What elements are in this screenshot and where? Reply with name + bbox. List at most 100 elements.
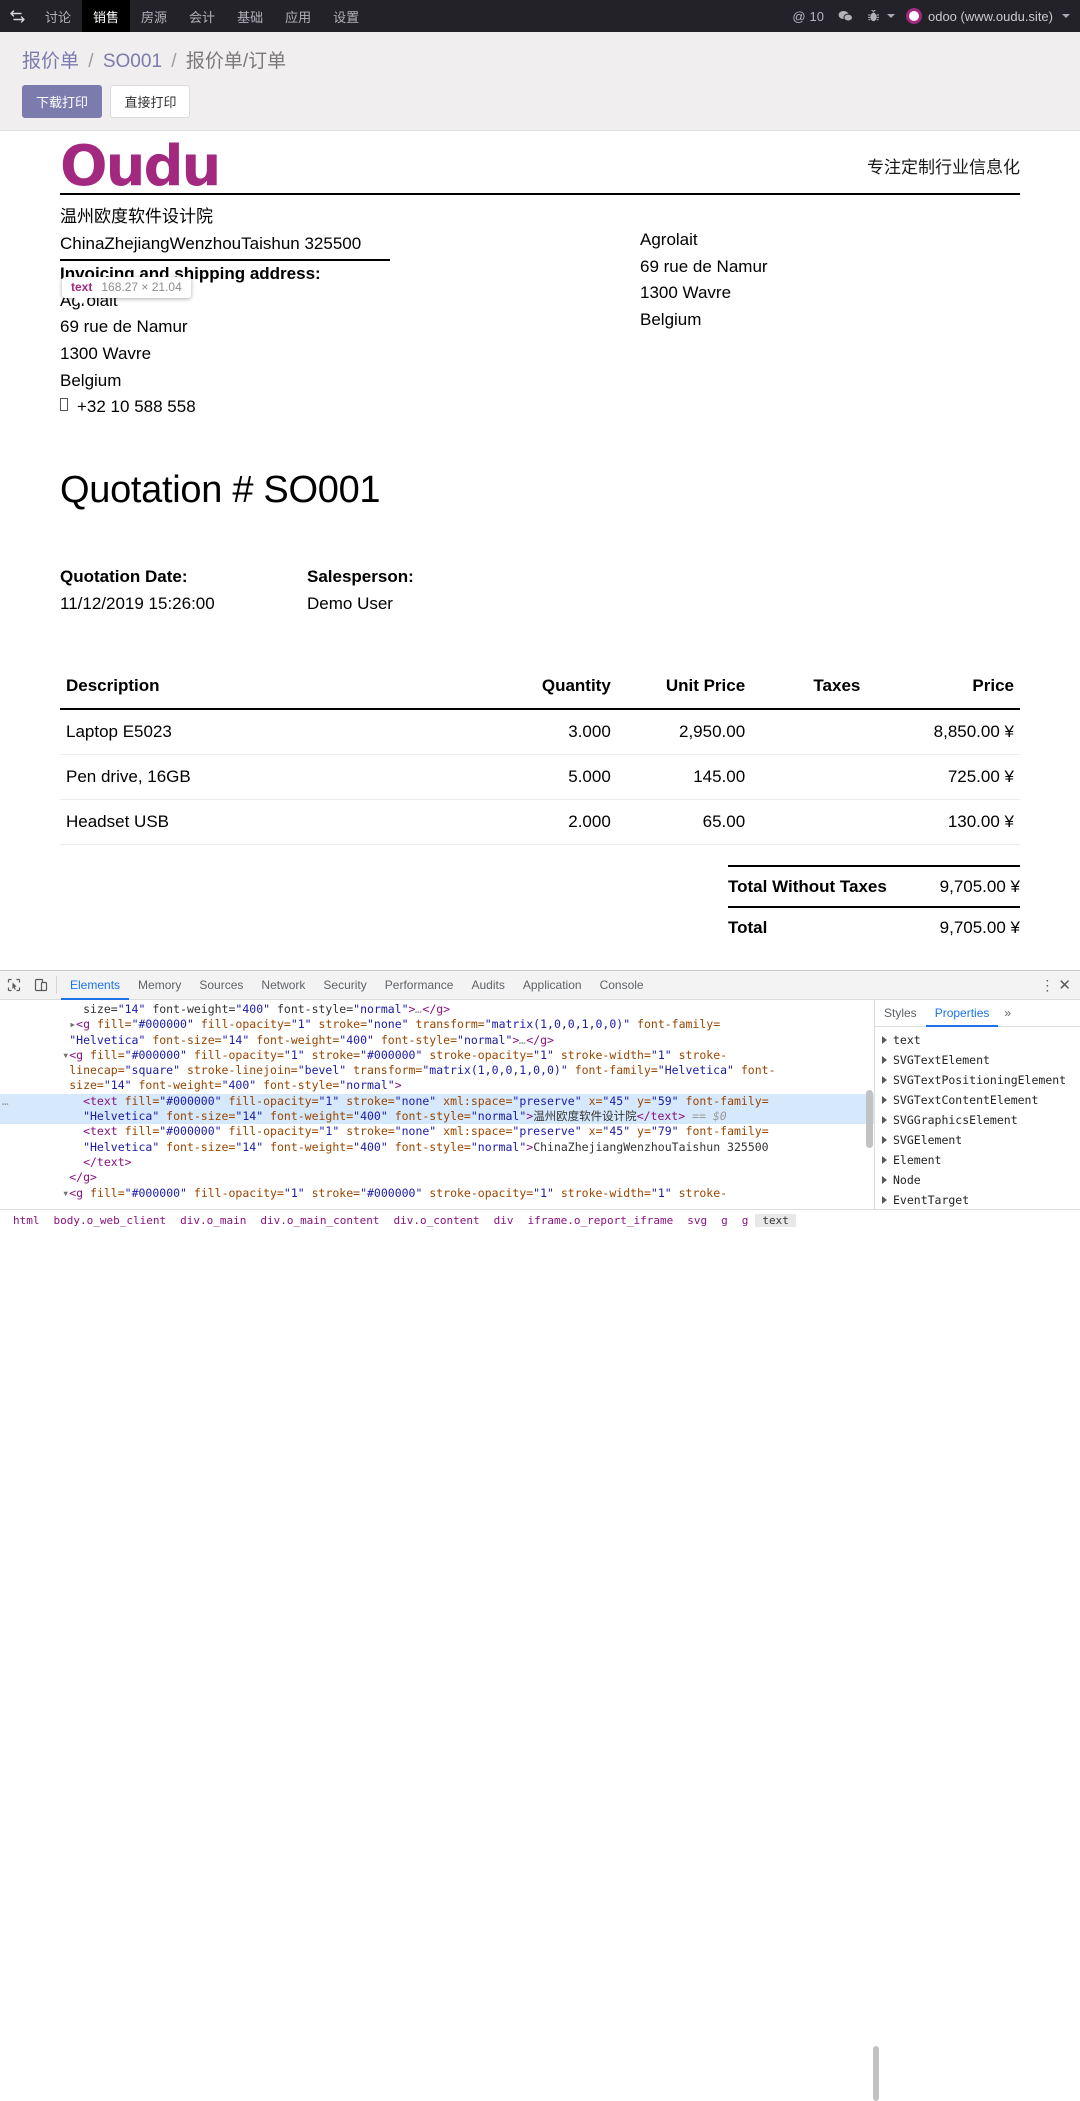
dom-breadcrumb-item[interactable]: div (487, 1214, 521, 1227)
property-row[interactable]: Element (875, 1150, 1080, 1170)
chevron-right-icon[interactable] (882, 1076, 887, 1084)
breadcrumb-item-so001[interactable]: SO001 (103, 51, 162, 72)
property-row[interactable]: SVGElement (875, 1130, 1080, 1150)
property-row[interactable]: Node (875, 1170, 1080, 1190)
more-tabs-icon[interactable]: » (998, 1000, 1017, 1026)
property-row[interactable]: SVGTextContentElement (875, 1090, 1080, 1110)
devtools-tab-elements[interactable]: Elements (61, 971, 130, 1000)
dom-tree-line[interactable]: size="14" font-weight="400" font-style="… (0, 1002, 874, 1017)
nav-item-apps[interactable]: 应用 (274, 0, 322, 32)
nav-item-basic[interactable]: 基础 (226, 0, 274, 32)
apps-grid-icon[interactable] (0, 0, 34, 32)
dom-tree[interactable]: size="14" font-weight="400" font-style="… (0, 1000, 875, 1209)
dom-token: "1" (283, 1047, 305, 1062)
direct-print-button[interactable]: 直接打印 (110, 85, 191, 118)
breadcrumb-item-quotations[interactable]: 报价单 (22, 51, 79, 72)
devtools-tab-performance[interactable]: Performance (376, 971, 463, 1000)
quotation-title: Quotation # SO001 (60, 468, 381, 511)
dom-breadcrumb-item[interactable]: svg (680, 1214, 714, 1227)
download-print-button[interactable]: 下载打印 (22, 85, 103, 118)
dom-token: "14" (117, 1002, 146, 1016)
dom-tree-line[interactable]: </g> (0, 1170, 874, 1185)
cell-description: Headset USB (60, 799, 483, 845)
dom-token: "#000000" (360, 1047, 423, 1062)
dom-token: "1" (318, 1124, 340, 1139)
devtools-tab-memory[interactable]: Memory (129, 971, 190, 1000)
dom-tree-line[interactable]: "Helvetica" font-size="14" font-weight="… (0, 1140, 874, 1155)
dom-tree-line[interactable]: </text> (0, 1155, 874, 1170)
user-menu[interactable]: odoo (www.oudu.site) (902, 0, 1080, 32)
dom-breadcrumb-item[interactable]: div.o_main_content (253, 1214, 386, 1227)
dom-token: <g (69, 1047, 91, 1062)
devtools-tab-security[interactable]: Security (314, 971, 375, 1000)
devtools-tab-application[interactable]: Application (514, 971, 591, 1000)
chat-bubble-icon[interactable] (831, 0, 860, 32)
tab-label: Performance (384, 977, 454, 992)
devtools-tab-audits[interactable]: Audits (462, 971, 513, 1000)
company-name-selected[interactable]: 温州欧度软件设计院 (60, 207, 213, 226)
dom-line-gutter: … (2, 1094, 9, 1108)
dom-breadcrumb-item[interactable]: body.o_web_client (47, 1214, 174, 1227)
more-vertical-icon[interactable]: ⋮ (1040, 978, 1054, 992)
dom-tree-line[interactable]: "Helvetica" font-size="14" font-weight="… (0, 1033, 874, 1048)
total-without-taxes-value: 9,705.00 ¥ (921, 864, 1020, 907)
cell-price: 725.00 ¥ (866, 754, 1020, 800)
chevron-right-icon[interactable] (882, 1156, 887, 1164)
chevron-right-icon[interactable] (882, 1056, 887, 1064)
dom-token: "400" (221, 1078, 257, 1093)
chevron-right-icon[interactable] (882, 1116, 887, 1124)
nav-item-properties[interactable]: 房源 (130, 0, 178, 32)
property-row[interactable]: text (875, 1030, 1080, 1050)
dom-tree-line[interactable]: size="14" font-weight="400" font-style="… (0, 1078, 874, 1093)
cursor-select-icon[interactable] (0, 971, 27, 999)
dom-breadcrumb-item[interactable]: iframe.o_report_iframe (521, 1214, 681, 1227)
property-label: SVGTextPositioningElement (893, 1073, 1067, 1087)
dom-breadcrumb-item[interactable]: g (714, 1214, 735, 1227)
dom-tree-line[interactable]: … <text fill="#000000" fill-opacity="1" … (0, 1093, 874, 1110)
property-row[interactable]: SVGTextElement (875, 1050, 1080, 1070)
devtools-tab-console[interactable]: Console (591, 971, 653, 1000)
close-icon[interactable]: ✕ (1058, 976, 1071, 994)
dom-tree-line[interactable]: ▾<g fill="#000000" fill-opacity="1" stro… (0, 1048, 874, 1063)
nav-item-discuss[interactable]: 讨论 (34, 0, 82, 32)
dom-tree-line[interactable]: ▸<g fill="#000000" fill-opacity="1" stro… (0, 1017, 874, 1032)
debug-menu[interactable] (860, 0, 902, 32)
dom-tree-line[interactable]: ▾<g fill="#000000" fill-opacity="1" stro… (0, 1186, 874, 1201)
dom-breadcrumb-item[interactable]: div.o_main (173, 1214, 253, 1227)
device-toolbar-icon[interactable] (27, 971, 54, 999)
dom-breadcrumb-item[interactable]: text (755, 1213, 796, 1227)
properties-list[interactable]: text SVGTextElement SVGTextPositioningElem… (875, 1027, 1080, 1209)
column-header-price: Price (866, 675, 1020, 710)
dom-token: ChinaZhejiangWenzhouTaishun 325500 (533, 1139, 769, 1154)
sidebar-tab-properties[interactable]: Properties (925, 1000, 999, 1027)
dom-breadcrumb-item[interactable]: g (735, 1214, 756, 1227)
devtools-tab-network[interactable]: Network (252, 971, 314, 1000)
dom-tree-line[interactable]: "Helvetica" font-size="14" font-weight="… (0, 1109, 874, 1125)
chevron-right-icon[interactable] (882, 1096, 887, 1104)
sidebar-scrollbar[interactable] (873, 2046, 879, 2101)
dom-breadcrumb-item[interactable]: html (6, 1214, 47, 1227)
dom-tree-line[interactable]: <text fill="#000000" fill-opacity="1" st… (0, 1124, 874, 1139)
mentions-indicator[interactable]: @ 10 (785, 0, 831, 32)
nav-item-accounting[interactable]: 会计 (178, 0, 226, 32)
nav-item-settings[interactable]: 设置 (322, 0, 370, 32)
sidebar-tab-styles[interactable]: Styles (875, 1000, 926, 1027)
chevron-right-icon[interactable] (882, 1176, 887, 1184)
nav-item-sales[interactable]: 销售 (82, 0, 131, 32)
property-row[interactable]: SVGTextPositioningElement (875, 1070, 1080, 1090)
chevron-right-icon[interactable] (882, 1036, 887, 1044)
devtools-tab-sources[interactable]: Sources (190, 971, 252, 1000)
chevron-right-icon[interactable] (882, 1196, 887, 1204)
shipping-address-block: Agrolait 69 rue de Namur 1300 Wavre Belg… (640, 204, 1020, 421)
shipping-address-line: 69 rue de Namur (640, 256, 768, 276)
dom-breadcrumb-item[interactable]: div.o_content (387, 1214, 487, 1227)
property-row[interactable]: EventTarget (875, 1190, 1080, 1209)
total-row: Total 9,705.00 ¥ (728, 905, 1020, 947)
order-lines-table: Description Quantity Unit Price Taxes Pr… (60, 675, 1020, 845)
dom-token: stroke-opacity= (422, 1047, 534, 1062)
dom-tree-scrollbar[interactable] (866, 1090, 873, 1148)
property-row[interactable]: SVGGraphicsElement (875, 1110, 1080, 1130)
chevron-right-icon[interactable] (882, 1136, 887, 1144)
dom-tree-line[interactable]: linecap="square" stroke-linejoin="bevel"… (0, 1063, 874, 1078)
dom-token: font-size= (145, 1032, 222, 1047)
